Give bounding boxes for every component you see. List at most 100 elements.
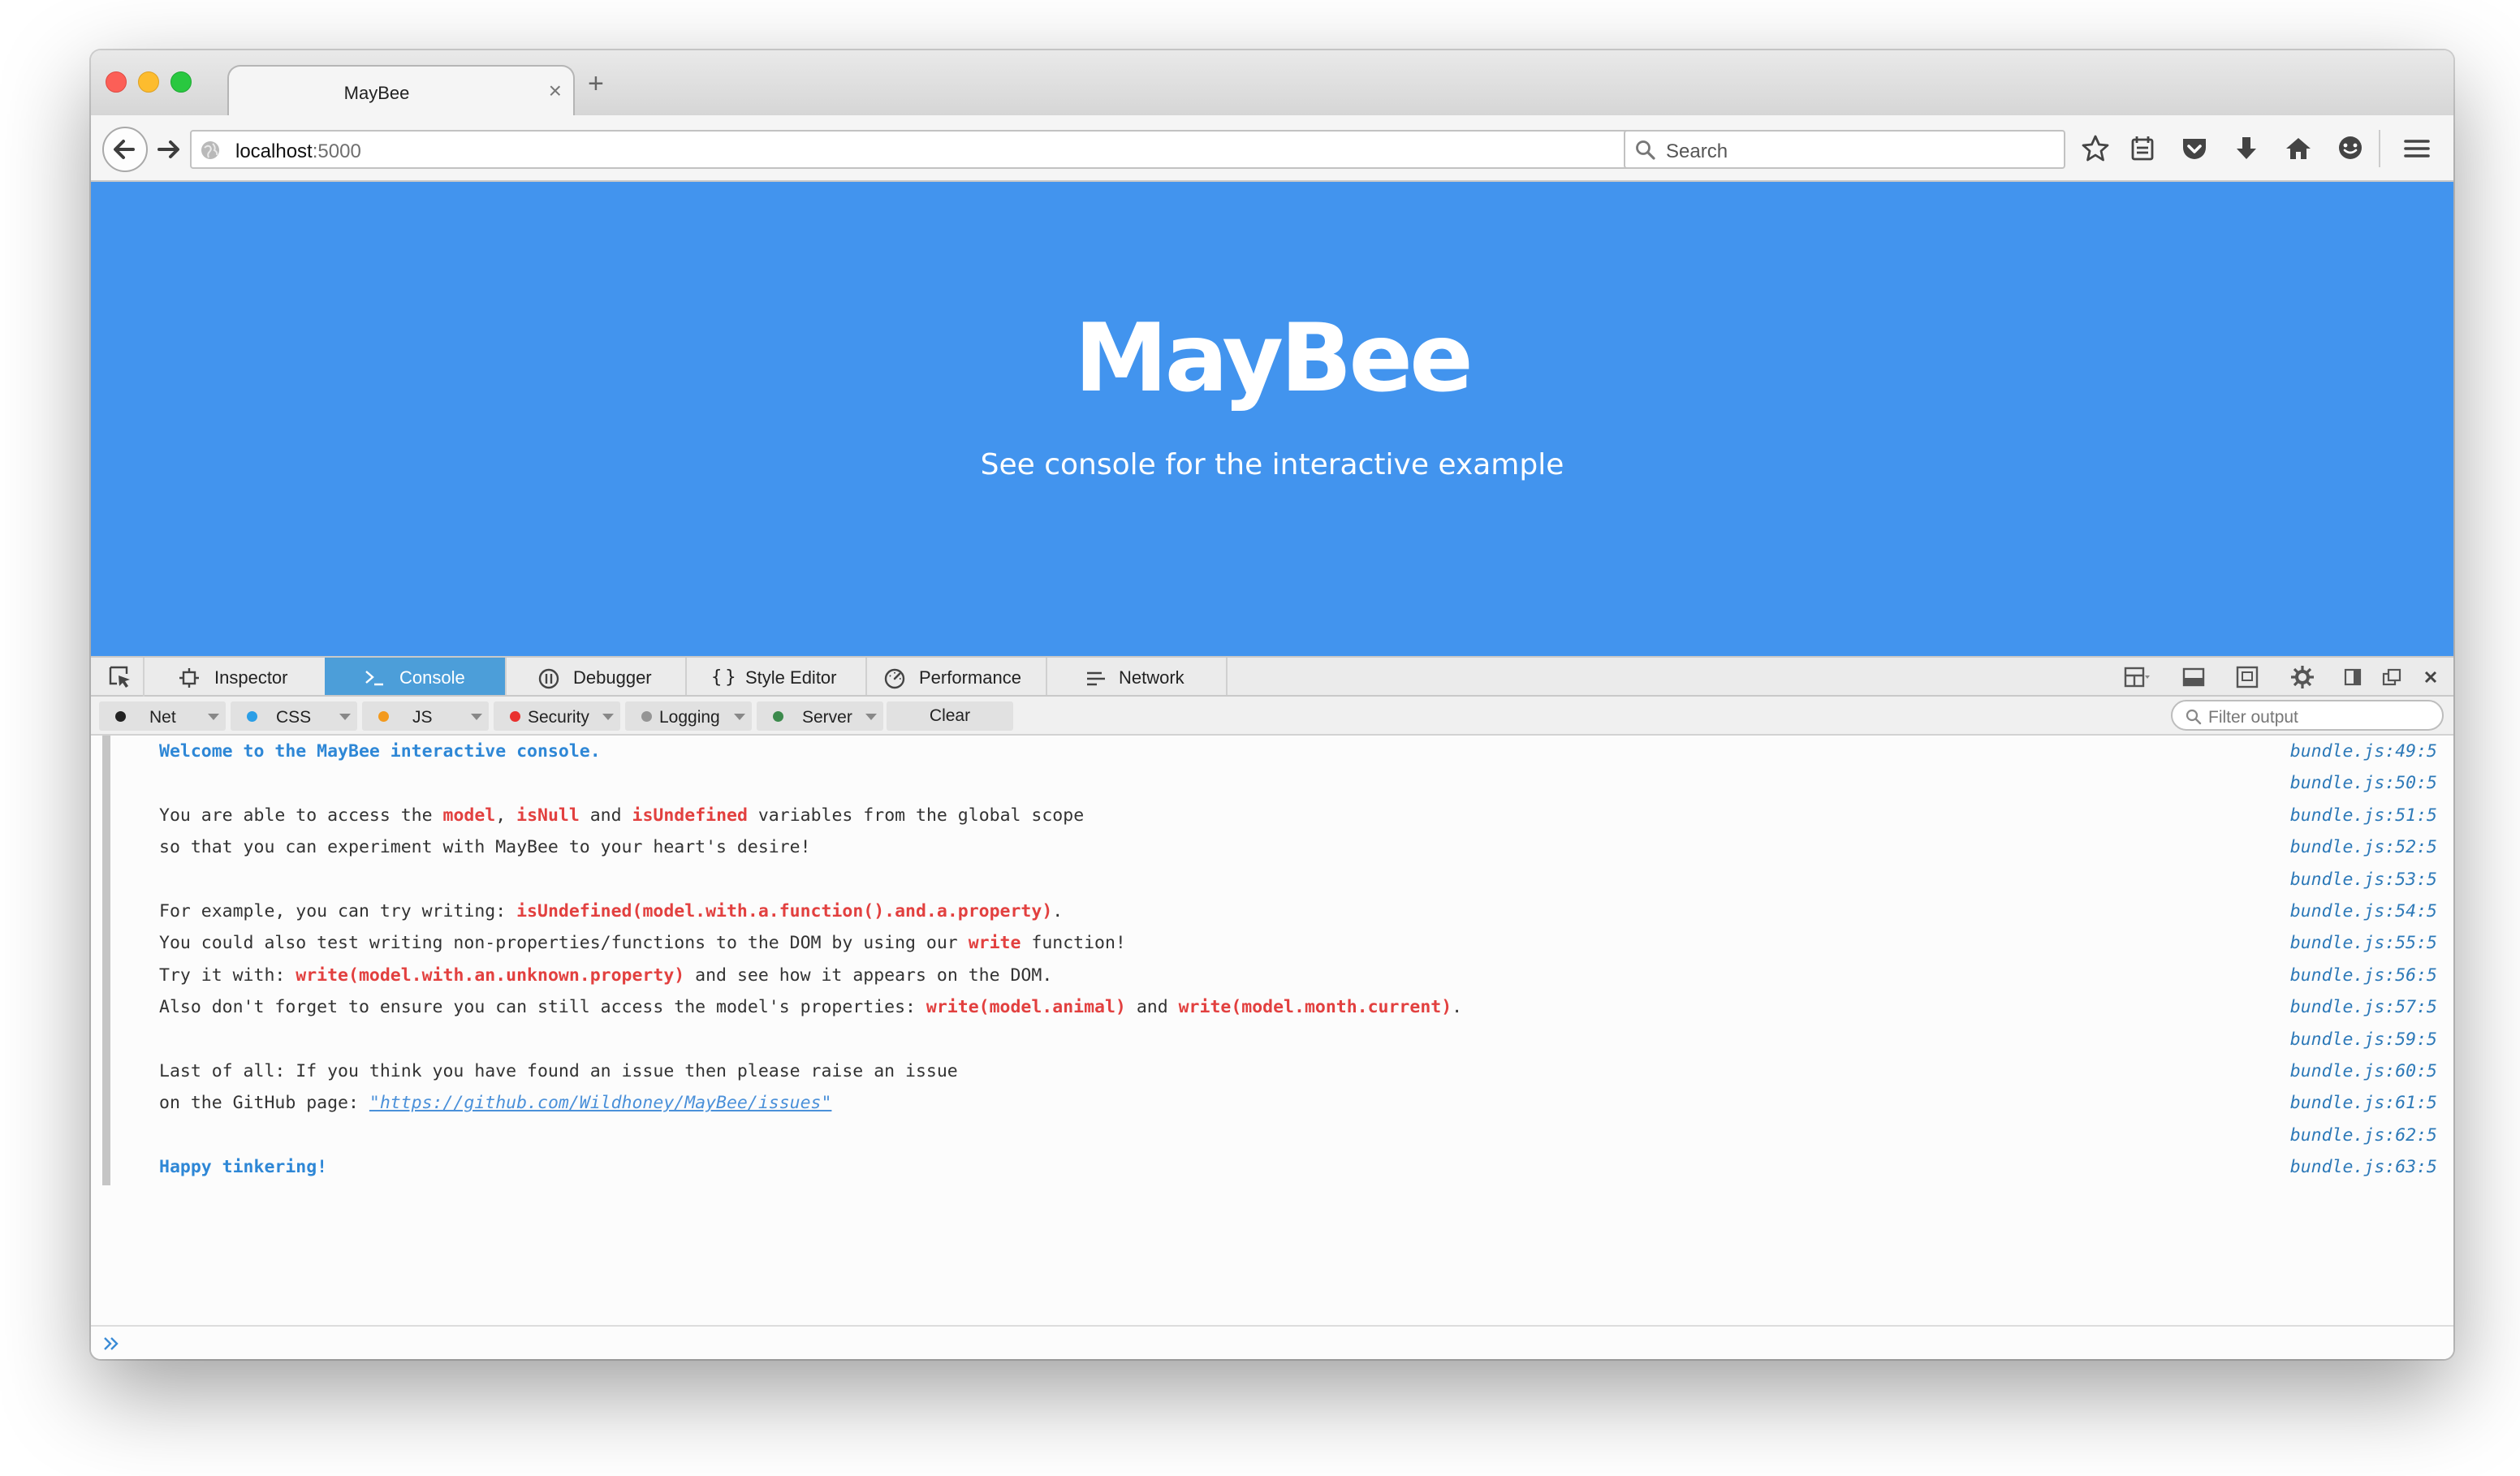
source-location-link[interactable]: bundle.js:55:5 <box>2290 927 2437 959</box>
source-location-link[interactable]: bundle.js:50:5 <box>2290 767 2437 799</box>
split-console-icon[interactable] <box>2181 664 2207 690</box>
element-picker-button[interactable] <box>97 658 145 697</box>
filter-output-input[interactable]: Filter output <box>2171 700 2444 731</box>
filter-label: Server <box>802 708 852 727</box>
hamburger-menu-icon[interactable] <box>2401 133 2432 164</box>
url-text[interactable]: localhost:5000 <box>235 140 361 163</box>
console-message-text: Also don't forget to ensure you can stil… <box>159 991 1462 1023</box>
filter-security-button[interactable]: Security <box>494 701 620 731</box>
back-button[interactable] <box>102 127 148 172</box>
source-location-link[interactable]: bundle.js:61:5 <box>2290 1087 2437 1119</box>
forward-button[interactable] <box>154 135 183 164</box>
new-tab-button[interactable]: + <box>588 68 604 100</box>
console-icon <box>365 671 383 686</box>
source-location-link[interactable]: bundle.js:54:5 <box>2290 896 2437 927</box>
message-segment: Also don't forget to ensure you can stil… <box>159 997 926 1018</box>
clear-button[interactable]: Clear <box>887 701 1013 731</box>
chevron-down-icon[interactable] <box>734 714 745 720</box>
message-segment: write(model.with.an.unknown.property) <box>296 965 685 986</box>
search-bar[interactable]: Search <box>1624 130 2065 169</box>
tab-close-icon[interactable]: × <box>549 78 562 104</box>
pocket-icon[interactable] <box>2179 133 2210 164</box>
window-maximize-button[interactable] <box>170 71 192 93</box>
responsive-mode-icon[interactable] <box>2234 664 2260 690</box>
console-message-row: so that you can experiment with MayBee t… <box>91 831 2453 863</box>
message-segment: on the GitHub page: <box>159 1093 369 1114</box>
chevron-down-icon[interactable] <box>471 714 482 720</box>
tab-title: MayBee <box>343 83 410 103</box>
console-message-row: Also don't forget to ensure you can stil… <box>91 991 2453 1023</box>
message-segment: For example, you can try writing: <box>159 901 517 921</box>
chevron-down-icon[interactable] <box>208 714 219 720</box>
message-segment: variables from the global scope <box>747 805 1085 826</box>
close-devtools-icon[interactable] <box>2418 664 2444 690</box>
console-message-text: Welcome to the MayBee interactive consol… <box>159 736 601 767</box>
hero-banner: MayBee See console for the interactive e… <box>91 182 2453 656</box>
element-picker-icon <box>109 666 130 688</box>
title-bar: MayBee × + <box>91 50 2453 119</box>
window-minimize-button[interactable] <box>138 71 159 93</box>
message-segment: Try it with: <box>159 965 296 986</box>
logging-dot <box>641 711 652 722</box>
github-issues-link[interactable]: "https://github.com/Wildhoney/MayBee/iss… <box>369 1093 832 1113</box>
message-segment: isUndefined(model.with.a.function().and.… <box>516 901 1053 921</box>
chevron-down-icon[interactable] <box>602 714 614 720</box>
message-segment: , <box>495 805 517 826</box>
tab-debugger[interactable]: Debugger <box>505 658 687 695</box>
message-segment: You could also test writing non-properti… <box>159 933 969 954</box>
message-segment: write <box>968 933 1021 954</box>
filter-js-button[interactable]: JS <box>362 701 489 731</box>
dock-side-icon[interactable] <box>2340 664 2366 690</box>
filter-net-button[interactable]: Net <box>99 701 226 731</box>
server-dot <box>773 711 783 722</box>
console-message-text: Last of all: If you think you have found… <box>159 1055 958 1087</box>
chat-icon[interactable] <box>2335 133 2366 164</box>
reading-list-icon[interactable] <box>2127 133 2158 164</box>
console-message-text: so that you can experiment with MayBee t… <box>159 831 811 863</box>
source-location-link[interactable]: bundle.js:49:5 <box>2290 736 2437 767</box>
tab-label: Network <box>1119 667 1184 688</box>
source-location-link[interactable]: bundle.js:62:5 <box>2290 1120 2437 1151</box>
settings-gear-icon[interactable] <box>2289 664 2315 690</box>
source-location-link[interactable]: bundle.js:63:5 <box>2290 1151 2437 1183</box>
tab-inspector[interactable]: Inspector <box>145 658 326 695</box>
download-icon[interactable] <box>2231 133 2262 164</box>
tab-console[interactable]: Console <box>325 658 507 695</box>
chevron-down-icon[interactable] <box>865 714 877 720</box>
source-location-link[interactable]: bundle.js:59:5 <box>2290 1024 2437 1055</box>
home-icon[interactable] <box>2283 133 2314 164</box>
network-icon <box>1087 671 1105 686</box>
source-location-link[interactable]: bundle.js:60:5 <box>2290 1055 2437 1087</box>
filter-label: Security <box>528 708 589 727</box>
source-location-link[interactable]: bundle.js:56:5 <box>2290 960 2437 991</box>
separate-window-icon[interactable] <box>2379 664 2405 690</box>
source-location-link[interactable]: bundle.js:57:5 <box>2290 991 2437 1023</box>
tab-performance[interactable]: Performance <box>865 658 1047 695</box>
source-location-link[interactable]: bundle.js:51:5 <box>2290 800 2437 831</box>
browser-tab[interactable]: MayBee × <box>227 65 575 119</box>
tab-network[interactable]: Network <box>1046 658 1228 695</box>
message-segment: write(model.animal) <box>926 997 1126 1018</box>
message-segment: and <box>579 805 632 826</box>
source-location-link[interactable]: bundle.js:53:5 <box>2290 864 2437 896</box>
source-location-link[interactable]: bundle.js:52:5 <box>2290 831 2437 863</box>
chevron-down-icon[interactable] <box>339 714 351 720</box>
message-segment: and <box>1125 997 1179 1018</box>
filter-server-button[interactable]: Server <box>757 701 883 731</box>
performance-icon <box>884 668 905 689</box>
filter-logging-button[interactable]: Logging <box>625 701 752 731</box>
layout-picker-icon[interactable] <box>2124 664 2150 690</box>
console-message-row: Try it with: write(model.with.an.unknown… <box>91 960 2453 991</box>
console-message-text: You could also test writing non-properti… <box>159 927 1126 959</box>
message-segment: so that you can experiment with MayBee t… <box>159 837 811 858</box>
url-bar[interactable]: localhost:5000 <box>190 130 1700 169</box>
window-close-button[interactable] <box>106 71 127 93</box>
bookmark-star-icon[interactable] <box>2080 133 2111 164</box>
message-segment: model <box>442 805 496 826</box>
filter-css-button[interactable]: CSS <box>231 701 357 731</box>
chevron-prompt-icon <box>104 1337 119 1350</box>
console-input[interactable] <box>91 1325 2453 1359</box>
tab-style-editor[interactable]: {} Style Editor <box>685 658 867 695</box>
console-output: Welcome to the MayBee interactive consol… <box>91 736 2453 1325</box>
filter-label: JS <box>412 708 433 727</box>
